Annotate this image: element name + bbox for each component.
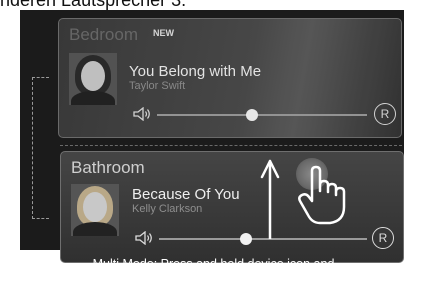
room-card-bedroom[interactable]: Bedroom NEW You Belong with Me Taylor Sw… [58,18,402,138]
album-art[interactable] [69,53,117,105]
new-badge: NEW [153,28,174,38]
page-caption: nderen Lautsprecher 3. [0,0,187,10]
multi-mode-instructions: Multi Mode: Press and hold device icon a… [0,256,427,288]
section-divider [60,145,402,146]
app-screen: Bedroom NEW You Belong with Me Taylor Sw… [20,10,404,263]
repeat-button[interactable]: R [372,227,394,249]
room-name: Bedroom [69,25,138,44]
pairing-connector [32,77,49,219]
instruction-line: drag towards another device to pair devi… [90,273,337,287]
artist-name: Taylor Swift [129,80,186,92]
speaker-icon[interactable] [133,107,151,121]
volume-slider-thumb[interactable] [240,233,253,245]
album-art[interactable] [71,184,119,236]
instruction-line: Multi Mode: Press and hold device icon a… [92,257,335,271]
song-title: You Belong with Me [129,63,262,80]
room-card-bathroom[interactable]: Bathroom Because Of You Kelly Clarkson R [60,151,404,263]
volume-slider[interactable] [157,114,367,116]
artist-name: Kelly Clarkson [132,203,203,215]
room-name: Bathroom [71,158,145,177]
drag-up-arrow-icon [260,159,280,239]
song-title: Because Of You [132,186,240,203]
volume-slider-thumb[interactable] [245,109,258,121]
hand-pointer-icon [298,165,346,225]
speaker-icon[interactable] [135,231,153,245]
repeat-button[interactable]: R [374,103,396,125]
